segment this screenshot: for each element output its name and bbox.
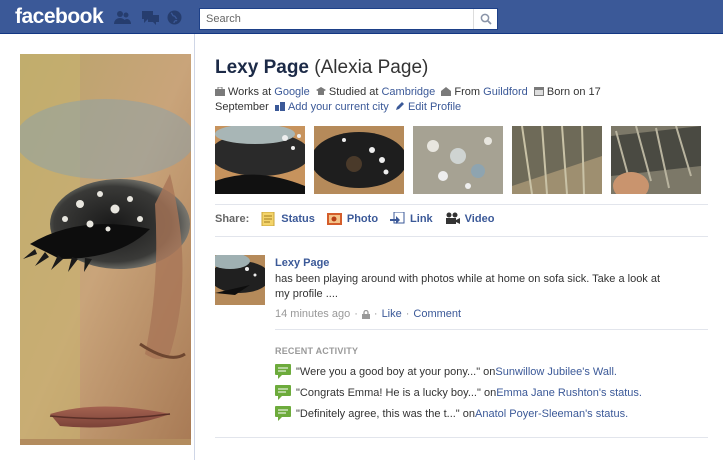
- story-meta: 14 minutes ago · · Like · Comment: [275, 307, 462, 322]
- share-link-button[interactable]: Link: [390, 212, 433, 226]
- facebook-logo[interactable]: facebook: [15, 5, 104, 29]
- photo-thumbnail[interactable]: [611, 126, 701, 194]
- share-photo-button[interactable]: Photo: [326, 212, 378, 226]
- comment-link[interactable]: Comment: [413, 307, 461, 322]
- activity-item: "Were you a good boy at your pony..." on…: [275, 364, 617, 379]
- like-link[interactable]: Like: [382, 307, 402, 322]
- divider: [215, 437, 708, 438]
- activity-target-link[interactable]: Anatol Poyer-Sleeman: [475, 408, 585, 420]
- edit-profile-link[interactable]: Edit Profile: [408, 101, 461, 113]
- house-icon: [441, 87, 452, 96]
- story-author-avatar[interactable]: [215, 255, 265, 305]
- photo-thumbnail[interactable]: [314, 126, 404, 194]
- story-author-link[interactable]: Lexy Page: [275, 256, 675, 271]
- activity-target-suffix[interactable]: 's status.: [585, 408, 628, 420]
- search-input[interactable]: [200, 9, 472, 29]
- magnifier-icon: [480, 13, 492, 25]
- activity-target-suffix[interactable]: 's Wall.: [582, 366, 617, 378]
- story-timestamp[interactable]: 14 minutes ago: [275, 307, 350, 322]
- comment-bubble-icon: [275, 406, 291, 421]
- activity-target-suffix[interactable]: 's status.: [599, 387, 642, 399]
- share-bar: Share: Status Photo Link Video: [215, 212, 506, 226]
- briefcase-icon: [215, 87, 225, 96]
- pencil-icon: [395, 102, 404, 110]
- share-video-button[interactable]: Video: [445, 212, 494, 226]
- profile-info: Works at Google Studied at Cambridge Fro…: [215, 86, 601, 113]
- comment-bubble-icon: [275, 385, 291, 400]
- lock-icon: [361, 310, 370, 319]
- divider: [215, 236, 708, 237]
- photo-thumbnail[interactable]: [413, 126, 503, 194]
- video-camera-icon: [445, 212, 460, 224]
- divider: [215, 204, 708, 205]
- graduation-cap-icon: [315, 87, 326, 95]
- recent-activity-title: RECENT ACTIVITY: [275, 346, 359, 356]
- studied-link[interactable]: Cambridge: [381, 86, 435, 98]
- activity-item: "Definitely agree, this was the t..." on…: [275, 406, 628, 421]
- activity-item: "Congrats Emma! He is a lucky boy..." on…: [275, 385, 642, 400]
- city-icon: [274, 102, 285, 111]
- profile-name: Lexy Page: [215, 57, 309, 78]
- search-box: [199, 8, 498, 30]
- share-status-button[interactable]: Status: [261, 212, 315, 226]
- profile-picture[interactable]: [20, 54, 191, 445]
- profile-name-heading: Lexy Page (Alexia Page): [215, 57, 428, 79]
- story: Lexy Page has been playing around with p…: [275, 256, 675, 322]
- add-city-link[interactable]: Add your current city: [288, 101, 389, 113]
- link-icon: [390, 212, 405, 224]
- share-label: Share:: [215, 213, 250, 225]
- top-bar: facebook: [0, 0, 723, 34]
- friend-requests-icon[interactable]: [114, 10, 131, 25]
- notifications-globe-icon[interactable]: [166, 10, 183, 25]
- calendar-icon: [533, 87, 544, 96]
- photo-icon: [326, 213, 342, 225]
- comment-bubble-icon: [275, 364, 291, 379]
- activity-target-link[interactable]: Sunwillow Jubilee: [495, 366, 582, 378]
- activity-target-link[interactable]: Emma Jane Rushton: [496, 387, 599, 399]
- status-note-icon: [261, 212, 275, 226]
- photo-thumbnail[interactable]: [512, 126, 602, 194]
- story-text: has been playing around with photos whil…: [275, 273, 661, 300]
- photo-thumbnail[interactable]: [215, 126, 305, 194]
- messages-icon[interactable]: [142, 10, 159, 25]
- hometown-link[interactable]: Guildford: [483, 86, 528, 98]
- works-link[interactable]: Google: [274, 86, 309, 98]
- alternate-name: (Alexia Page): [314, 57, 429, 78]
- search-button[interactable]: [473, 9, 497, 29]
- divider: [275, 329, 708, 330]
- column-divider: [194, 34, 195, 460]
